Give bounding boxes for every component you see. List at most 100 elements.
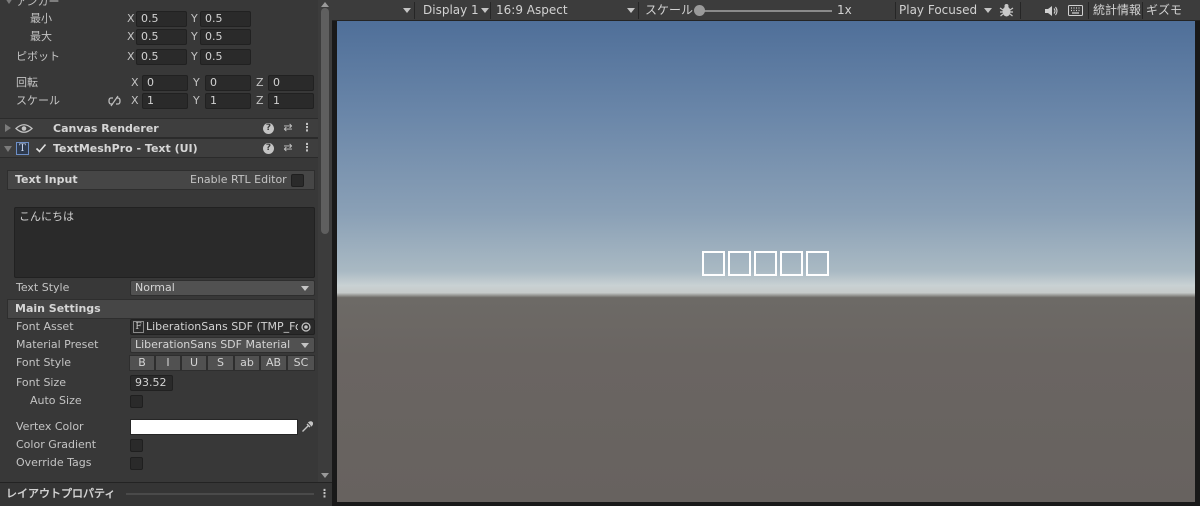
pivot-x-field[interactable]: 0.5	[136, 49, 187, 65]
color-gradient-checkbox[interactable]	[130, 439, 143, 452]
vertex-color-label: Vertex Color	[16, 420, 84, 433]
eyedropper-icon[interactable]	[301, 421, 313, 433]
object-picker-icon[interactable]	[301, 322, 311, 332]
text-input-label: Text Input	[15, 173, 78, 186]
vertex-color-swatch[interactable]	[130, 419, 298, 435]
color-gradient-row: Color Gradient	[0, 436, 318, 454]
override-tags-label: Override Tags	[16, 456, 92, 469]
scale-z-axis[interactable]: Z	[256, 92, 264, 110]
scale-slider-track[interactable]	[698, 10, 832, 12]
canvas-renderer-foldout-icon[interactable]	[5, 124, 11, 132]
preset-icon[interactable]: ⇄	[281, 121, 295, 135]
textmeshpro-header[interactable]: T TextMeshPro - Text (UI) ? ⇄ ⋮	[0, 138, 318, 158]
rotation-x-axis[interactable]: X	[131, 74, 139, 92]
font-style-strikethrough-button[interactable]: S	[207, 355, 234, 371]
rotation-row: 回転 X 0 Y 0 Z 0	[0, 74, 318, 92]
rotation-z-axis[interactable]: Z	[256, 74, 264, 92]
aspect-dropdown-arrow-icon[interactable]	[627, 8, 635, 13]
scale-y-field[interactable]: 1	[205, 93, 251, 109]
missing-glyph-box	[754, 251, 777, 276]
preset-icon[interactable]: ⇄	[281, 141, 295, 155]
constrain-proportions-icon[interactable]	[108, 95, 121, 107]
font-style-lowercase-button[interactable]: ab	[234, 355, 260, 371]
rotation-x-field[interactable]: 0	[142, 75, 188, 91]
gizmos-button[interactable]: ギズモ	[1146, 0, 1182, 20]
game-view-menu-arrow-icon[interactable]	[403, 8, 411, 13]
speaker-icon[interactable]	[1044, 5, 1058, 17]
more-options-icon[interactable]: ⋮	[300, 141, 314, 155]
canvas-renderer-title: Canvas Renderer	[53, 122, 159, 135]
pivot-label: ピボット	[16, 50, 60, 63]
scroll-down-icon[interactable]	[321, 473, 329, 478]
play-mode-dropdown-arrow-icon[interactable]	[984, 8, 992, 13]
pivot-x-axis[interactable]: X	[127, 48, 135, 66]
auto-size-label: Auto Size	[30, 394, 82, 407]
toolbar-separator	[895, 2, 896, 19]
anchor-max-label: 最大	[30, 30, 52, 43]
anchor-max-y-field[interactable]: 0.5	[200, 29, 251, 45]
splitter-handle[interactable]	[126, 493, 314, 495]
scroll-up-icon[interactable]	[321, 2, 329, 7]
anchor-foldout-icon[interactable]	[5, 0, 13, 4]
stats-button[interactable]: 統計情報	[1093, 0, 1141, 20]
rotation-z-field[interactable]: 0	[268, 75, 314, 91]
game-viewport[interactable]	[337, 21, 1195, 502]
font-style-italic-button[interactable]: I	[155, 355, 181, 371]
anchor-min-y-field[interactable]: 0.5	[200, 11, 251, 27]
auto-size-checkbox[interactable]	[130, 395, 143, 408]
keyboard-icon[interactable]	[1068, 5, 1083, 16]
anchor-max-x-field[interactable]: 0.5	[136, 29, 187, 45]
layout-properties-bar[interactable]: レイアウトプロパティ ⋮	[0, 482, 332, 506]
scale-value: 1x	[837, 3, 852, 17]
scale-z-field[interactable]: 1	[268, 93, 314, 109]
game-view-toolbar: Display 1 16:9 Aspect スケール 1x Play Focus…	[332, 0, 1200, 21]
text-input-area[interactable]: こんにちは	[14, 207, 315, 278]
font-style-smallcaps-button[interactable]: SC	[287, 355, 315, 371]
material-preset-row: Material Preset LiberationSans SDF Mater…	[0, 336, 318, 354]
enabled-checkbox-icon[interactable]	[35, 143, 47, 154]
font-style-underline-button[interactable]: U	[181, 355, 207, 371]
help-icon[interactable]: ?	[263, 143, 274, 154]
display-dropdown[interactable]: Display 1	[423, 0, 479, 20]
anchor-min-label: 最小	[30, 12, 52, 25]
help-icon[interactable]: ?	[263, 123, 274, 134]
missing-glyph-box	[780, 251, 803, 276]
anchor-min-x-field[interactable]: 0.5	[136, 11, 187, 27]
scale-x-axis[interactable]: X	[131, 92, 139, 110]
font-asset-field[interactable]: F LiberationSans SDF (TMP_For	[130, 319, 315, 335]
anchor-min-y-axis[interactable]: Y	[191, 10, 198, 28]
inspector-scrollbar-thumb[interactable]	[321, 8, 329, 234]
canvas-renderer-header[interactable]: Canvas Renderer ? ⇄ ⋮	[0, 118, 318, 138]
material-preset-dropdown[interactable]: LiberationSans SDF Material	[130, 337, 315, 353]
font-style-uppercase-button[interactable]: AB	[260, 355, 287, 371]
override-tags-checkbox[interactable]	[130, 457, 143, 470]
rotation-y-axis[interactable]: Y	[193, 74, 200, 92]
rtl-editor-checkbox[interactable]	[291, 174, 304, 187]
display-dropdown-arrow-icon[interactable]	[481, 8, 489, 13]
auto-size-row: Auto Size	[0, 392, 318, 410]
scale-label: スケール	[16, 94, 60, 107]
scale-row: スケール X 1 Y 1 Z 1	[0, 92, 318, 110]
pivot-y-axis[interactable]: Y	[191, 48, 198, 66]
more-options-icon[interactable]: ⋮	[319, 486, 330, 502]
scale-y-axis[interactable]: Y	[193, 92, 200, 110]
anchor-max-x-axis[interactable]: X	[127, 28, 135, 46]
textmeshpro-foldout-icon[interactable]	[4, 146, 12, 152]
missing-glyph-box	[806, 251, 829, 276]
rotation-y-field[interactable]: 0	[205, 75, 251, 91]
text-style-dropdown[interactable]: Normal	[130, 280, 315, 296]
font-style-bold-button[interactable]: B	[129, 355, 155, 371]
pivot-y-field[interactable]: 0.5	[200, 49, 251, 65]
anchor-max-y-axis[interactable]: Y	[191, 28, 198, 46]
scale-x-field[interactable]: 1	[142, 93, 188, 109]
anchor-min-x-axis[interactable]: X	[127, 10, 135, 28]
bug-icon[interactable]	[999, 3, 1014, 18]
text-input-section: Text Input Enable RTL Editor	[7, 170, 315, 190]
scale-slider-thumb[interactable]	[694, 5, 705, 16]
font-size-field[interactable]: 93.52	[130, 375, 173, 391]
aspect-dropdown[interactable]: 16:9 Aspect	[496, 0, 568, 20]
more-options-icon[interactable]: ⋮	[300, 121, 314, 135]
font-size-row: Font Size 93.52	[0, 374, 318, 392]
play-mode-dropdown[interactable]: Play Focused	[899, 0, 977, 20]
main-settings-section: Main Settings	[7, 299, 315, 319]
